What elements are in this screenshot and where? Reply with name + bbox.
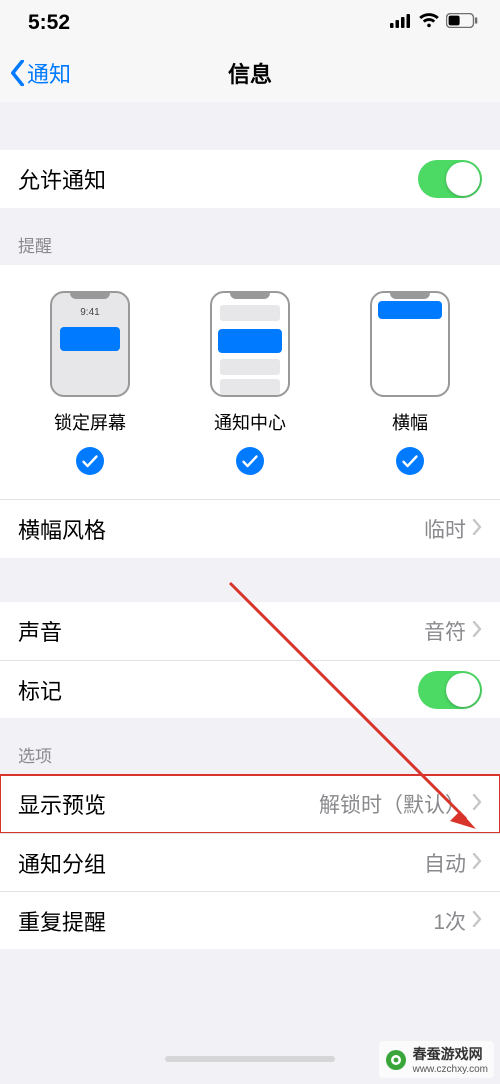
- wifi-icon: [418, 13, 440, 33]
- alert-option-banners-label: 横幅: [392, 409, 428, 435]
- options-header: 选项: [0, 718, 500, 775]
- notification-grouping-value: 自动: [424, 848, 466, 878]
- allow-notifications-label: 允许通知: [18, 163, 106, 195]
- chevron-right-icon: [472, 619, 482, 643]
- alerts-section: 9:41 锁定屏幕 通知中心: [0, 265, 500, 499]
- alert-option-lockscreen-label: 锁定屏幕: [54, 409, 126, 435]
- phone-notification-center-icon: [210, 291, 290, 397]
- phone-lockscreen-icon: 9:41: [50, 291, 130, 397]
- banner-style-row[interactable]: 横幅风格 临时: [0, 500, 500, 558]
- alerts-header: 提醒: [0, 208, 500, 265]
- banner-style-label: 横幅风格: [18, 513, 106, 545]
- page-title: 信息: [0, 57, 500, 89]
- back-button[interactable]: 通知: [10, 57, 71, 89]
- battery-icon: [446, 13, 478, 33]
- show-previews-value: 解锁时（默认）: [319, 789, 466, 819]
- banner-style-value: 临时: [424, 514, 466, 544]
- alert-option-banners[interactable]: 横幅: [331, 291, 489, 475]
- show-previews-label: 显示预览: [18, 788, 106, 820]
- badge-label: 标记: [18, 674, 62, 706]
- chevron-right-icon: [472, 517, 482, 541]
- repeat-alerts-row[interactable]: 重复提醒 1次: [0, 891, 500, 949]
- chevron-left-icon: [10, 60, 25, 86]
- repeat-alerts-label: 重复提醒: [18, 905, 106, 937]
- checkmark-icon: [76, 447, 104, 475]
- watermark-text: 春蚕游戏网: [413, 1044, 488, 1064]
- chevron-right-icon: [472, 792, 482, 816]
- notification-grouping-label: 通知分组: [18, 847, 106, 879]
- repeat-alerts-value: 1次: [433, 906, 466, 936]
- cellular-icon: [390, 14, 412, 33]
- chevron-right-icon: [472, 851, 482, 875]
- notification-grouping-row[interactable]: 通知分组 自动: [0, 833, 500, 891]
- status-bar: 5:52: [0, 0, 500, 44]
- checkmark-icon: [236, 447, 264, 475]
- sound-value: 音符: [424, 616, 466, 646]
- alert-option-lockscreen[interactable]: 9:41 锁定屏幕: [11, 291, 169, 475]
- status-time: 5:52: [28, 11, 70, 35]
- back-label: 通知: [27, 57, 71, 89]
- sound-row[interactable]: 声音 音符: [0, 602, 500, 660]
- alert-option-notification-center[interactable]: 通知中心: [171, 291, 329, 475]
- home-indicator: [165, 1056, 335, 1062]
- phone-banner-icon: [370, 291, 450, 397]
- allow-notifications-row[interactable]: 允许通知: [0, 150, 500, 208]
- badge-row[interactable]: 标记: [0, 660, 500, 718]
- nav-header: 通知 信息: [0, 44, 500, 102]
- alert-option-notification-center-label: 通知中心: [214, 409, 286, 435]
- chevron-right-icon: [472, 909, 482, 933]
- allow-notifications-toggle[interactable]: [418, 160, 482, 198]
- sound-label: 声音: [18, 615, 62, 647]
- status-right: [390, 13, 478, 33]
- badge-toggle[interactable]: [418, 671, 482, 709]
- watermark-url: www.czchxy.com: [413, 1064, 488, 1075]
- watermark: 春蚕游戏网 www.czchxy.com: [379, 1041, 494, 1078]
- watermark-logo-icon: [385, 1049, 407, 1071]
- show-previews-row[interactable]: 显示预览 解锁时（默认）: [0, 775, 500, 833]
- checkmark-icon: [396, 447, 424, 475]
